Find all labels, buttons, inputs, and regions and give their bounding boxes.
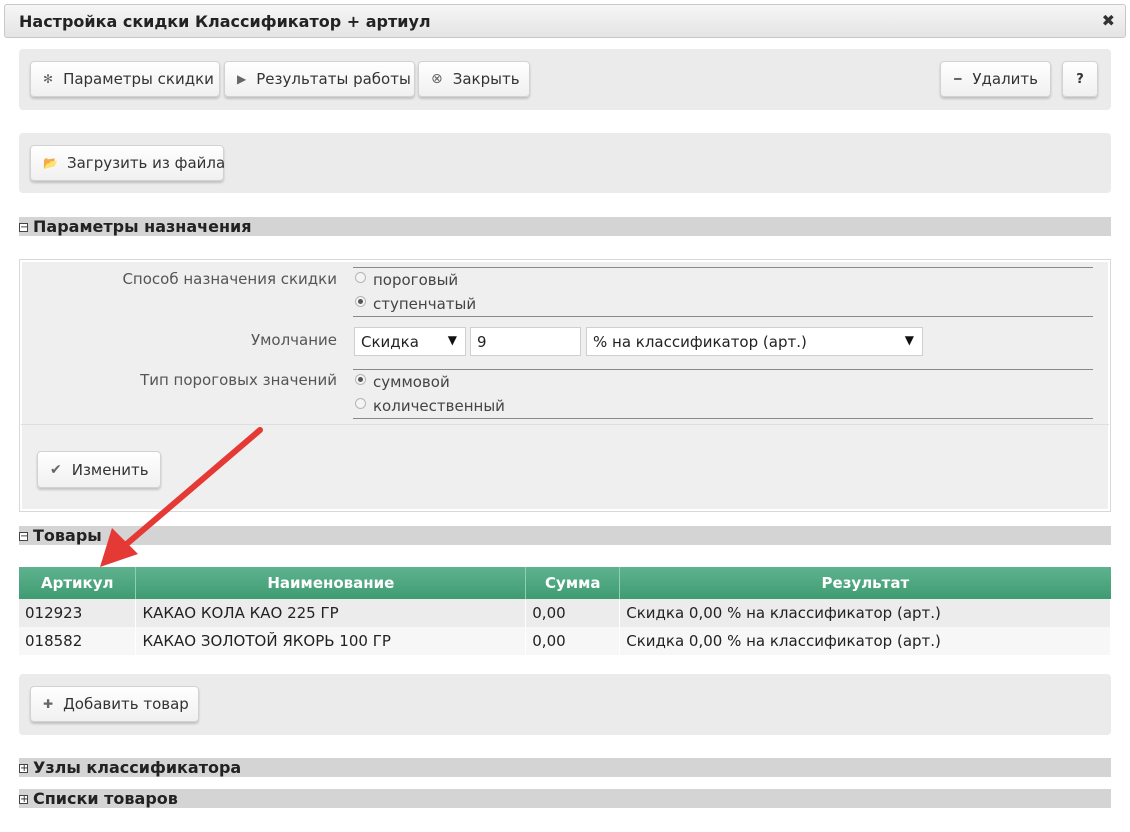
section-goods-lists[interactable]: + Списки товаров [19,789,1111,808]
default-type-select[interactable]: Скидка ▼ [354,327,466,356]
gear-icon: ✻ [43,72,54,86]
method-radio-threshold[interactable] [355,272,366,283]
cell-sum: 0,00 [525,627,621,655]
method-label: Способ назначения скидки [122,270,337,288]
cell-result: Скидка 0,00 % на классификатор (арт.) [619,599,1111,627]
add-item-button[interactable]: ✚ Добавить товар [30,686,199,722]
col-result[interactable]: Результат [619,567,1111,599]
cell-article: 018582 [19,627,137,655]
section-lists-title: Списки товаров [33,789,178,808]
plus-icon: ✚ [43,697,54,711]
expand-icon[interactable]: + [19,764,28,774]
cell-sum: 0,00 [525,599,621,627]
default-type-value: Скидка [361,333,419,351]
collapse-icon[interactable]: − [19,532,28,542]
threshold-option-qty: количественный [373,397,505,415]
close-icon[interactable]: ✖ [1102,11,1115,30]
default-value-input[interactable]: 9 [470,327,581,356]
folder-open-icon: 📂 [43,156,58,170]
results-label: Результаты работы [256,70,411,88]
section-assign-title: Параметры назначения [33,217,252,236]
chevron-down-icon: ▼ [447,333,457,347]
method-bottom-line [353,316,1093,317]
method-top-line [353,267,1093,268]
threshold-radio-sum[interactable] [355,374,366,385]
close-button[interactable]: ⊗ Закрыть [418,61,530,97]
delete-button[interactable]: ━ Удалить [940,61,1051,97]
minus-icon: ━ [954,72,962,86]
section-classifier-nodes[interactable]: + Узлы классификатора [19,758,1111,777]
discount-params-label: Параметры скидки [63,70,214,88]
discount-params-button[interactable]: ✻ Параметры скидки [30,61,220,97]
goods-table: Артикул Наименование Сумма Результат 012… [19,567,1111,655]
threshold-label: Тип пороговых значений [140,371,337,389]
cell-name: КАКАО ЗОЛОТОЙ ЯКОРЬ 100 ГР [135,627,527,655]
annotation-arrow-icon [100,427,263,567]
expand-icon[interactable]: + [19,795,28,805]
cell-result: Скидка 0,00 % на классификатор (арт.) [619,627,1111,655]
play-icon: ▶ [237,72,247,86]
check-circle-icon: ✔ [50,461,62,478]
threshold-radio-qty[interactable] [355,398,366,409]
col-sum[interactable]: Сумма [525,567,621,599]
upload-file-label: Загрузить из файла [67,154,226,172]
threshold-top-line [353,369,1093,370]
window-title: Настройка скидки Классификатор + артиул [19,12,431,31]
help-label: ? [1076,71,1084,87]
threshold-bottom-line [353,418,1093,419]
upload-file-button[interactable]: 📂 Загрузить из файла [30,145,226,181]
method-radio-stepped[interactable] [355,296,366,307]
section-assign-params[interactable]: − Параметры назначения [19,217,1111,236]
method-option-stepped: ступенчатый [373,295,477,313]
window-titlebar: Настройка скидки Классификатор + артиул … [4,4,1126,38]
default-unit-value: % на классификатор (арт.) [593,333,807,351]
table-row[interactable]: 012923 КАКАО КОЛА КАО 225 ГР 0,00 Скидка… [19,599,1111,627]
method-option-threshold: пороговый [373,271,459,289]
add-item-label: Добавить товар [63,695,189,713]
section-nodes-title: Узлы классификатора [33,758,242,777]
table-row[interactable]: 018582 КАКАО ЗОЛОТОЙ ЯКОРЬ 100 ГР 0,00 С… [19,627,1111,655]
default-unit-select[interactable]: % на классификатор (арт.) ▼ [586,327,923,356]
chevron-down-icon: ▼ [904,333,914,347]
delete-label: Удалить [972,70,1038,88]
results-button[interactable]: ▶ Результаты работы [224,61,415,97]
close-circle-icon: ⊗ [431,71,443,87]
help-button[interactable]: ? [1062,61,1098,97]
close-label: Закрыть [452,70,520,88]
cell-name: КАКАО КОЛА КАО 225 ГР [135,599,527,627]
cell-article: 012923 [19,599,137,627]
default-value-text: 9 [477,333,487,351]
threshold-option-sum: суммовой [373,373,450,391]
default-label: Умолчание [250,331,337,349]
collapse-icon[interactable]: − [19,223,28,233]
